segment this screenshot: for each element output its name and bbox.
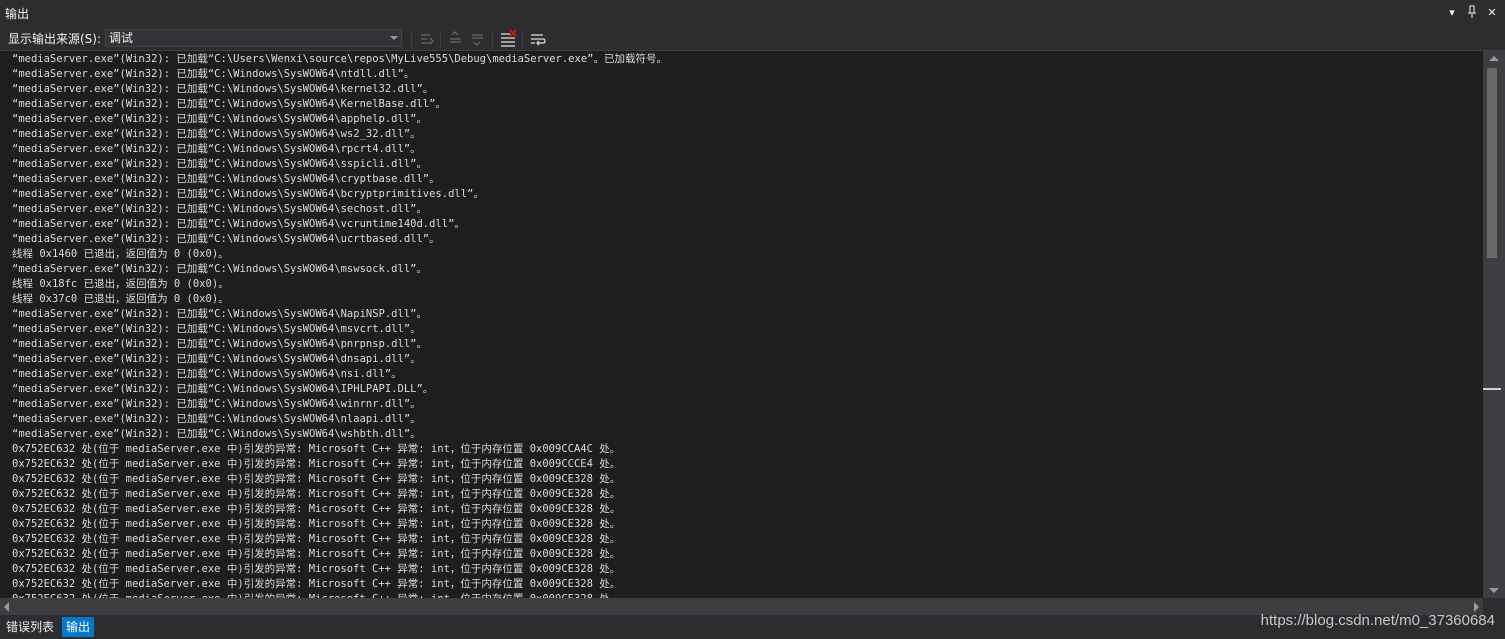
output-line: 0x752EC632 处(位于 mediaServer.exe 中)引发的异常:… — [12, 503, 621, 515]
watermark: https://blog.csdn.net/m0_37360684 — [1260, 612, 1495, 629]
output-line: 线程 0x1460 已退出，返回值为 0 (0x0)。 — [12, 248, 229, 260]
tab-error-list[interactable]: 错误列表 — [2, 617, 58, 637]
output-line: “mediaServer.exe”(Win32): 已加载“C:\Windows… — [12, 158, 427, 170]
toolbar-separator — [411, 31, 412, 47]
title-buttons: ▾ ✕ — [1445, 5, 1499, 21]
output-line: 0x752EC632 处(位于 mediaServer.exe 中)引发的异常:… — [12, 488, 621, 500]
output-line: “mediaServer.exe”(Win32): 已加载“C:\Windows… — [12, 173, 440, 185]
output-window: 输出 ▾ ✕ 显示输出来源(S): 调试 “mediaServer.exe”(W… — [0, 0, 1505, 639]
output-line: “mediaServer.exe”(Win32): 已加载“C:\Windows… — [12, 323, 421, 335]
output-line: 0x752EC632 处(位于 mediaServer.exe 中)引发的异常:… — [12, 473, 621, 485]
source-dropdown[interactable]: 调试 — [105, 29, 402, 47]
output-line: “mediaServer.exe”(Win32): 已加载“C:\Windows… — [12, 68, 415, 80]
output-line: 线程 0x37c0 已退出，返回值为 0 (0x0)。 — [12, 293, 229, 305]
output-line: “mediaServer.exe”(Win32): 已加载“C:\Windows… — [12, 188, 484, 200]
output-line: “mediaServer.exe”(Win32): 已加载“C:\Windows… — [12, 263, 427, 275]
toolbar-separator — [522, 31, 523, 47]
toolbar-separator — [492, 31, 493, 47]
output-line: “mediaServer.exe”(Win32): 已加载“C:\Windows… — [12, 143, 421, 155]
output-line: “mediaServer.exe”(Win32): 已加载“C:\Windows… — [12, 218, 465, 230]
output-line: “mediaServer.exe”(Win32): 已加载“C:\Windows… — [12, 368, 402, 380]
tab-output[interactable]: 输出 — [62, 617, 95, 637]
output-line: “mediaServer.exe”(Win32): 已加载“C:\Windows… — [12, 413, 421, 425]
scroll-up-icon[interactable] — [1489, 56, 1499, 61]
output-line: “mediaServer.exe”(Win32): 已加载“C:\Windows… — [12, 83, 434, 95]
output-pane[interactable]: “mediaServer.exe”(Win32): 已加载“C:\Users\W… — [0, 51, 1483, 598]
output-line: “mediaServer.exe”(Win32): 已加载“C:\Windows… — [12, 233, 440, 245]
output-line: “mediaServer.exe”(Win32): 已加载“C:\Windows… — [12, 338, 427, 350]
previous-message-icon[interactable] — [447, 30, 465, 48]
clear-all-icon[interactable] — [499, 29, 517, 48]
title-bar: 输出 ▾ ✕ — [0, 0, 1505, 28]
output-line: 0x752EC632 处(位于 mediaServer.exe 中)引发的异常:… — [12, 518, 621, 530]
window-title: 输出 — [5, 7, 30, 21]
output-line: “mediaServer.exe”(Win32): 已加载“C:\Windows… — [12, 308, 427, 320]
pin-icon[interactable] — [1465, 5, 1479, 21]
output-line: “mediaServer.exe”(Win32): 已加载“C:\Windows… — [12, 383, 434, 395]
scroll-down-icon[interactable] — [1489, 588, 1499, 593]
output-line: “mediaServer.exe”(Win32): 已加载“C:\Windows… — [12, 128, 421, 140]
vertical-scroll-thumb[interactable] — [1487, 68, 1497, 258]
output-line: “mediaServer.exe”(Win32): 已加载“C:\Windows… — [12, 398, 421, 410]
output-line: 0x752EC632 处(位于 mediaServer.exe 中)引发的异常:… — [12, 533, 621, 545]
output-line: “mediaServer.exe”(Win32): 已加载“C:\Windows… — [12, 203, 427, 215]
output-line: “mediaServer.exe”(Win32): 已加载“C:\Users\W… — [12, 53, 667, 65]
output-line: “mediaServer.exe”(Win32): 已加载“C:\Windows… — [12, 428, 421, 440]
scroll-position-marker — [1483, 388, 1501, 390]
output-line: “mediaServer.exe”(Win32): 已加载“C:\Windows… — [12, 353, 421, 365]
chevron-down-icon — [390, 36, 398, 40]
source-label: 显示输出来源(S): — [8, 32, 102, 46]
output-line: “mediaServer.exe”(Win32): 已加载“C:\Windows… — [12, 113, 427, 125]
scroll-left-icon[interactable] — [4, 602, 9, 612]
output-line: “mediaServer.exe”(Win32): 已加载“C:\Windows… — [12, 98, 446, 110]
word-wrap-icon[interactable] — [529, 30, 547, 48]
window-menu-icon[interactable]: ▾ — [1445, 5, 1459, 21]
output-line: 线程 0x18fc 已退出，返回值为 0 (0x0)。 — [12, 278, 229, 290]
close-icon[interactable]: ✕ — [1485, 5, 1499, 21]
find-message-icon[interactable] — [418, 30, 436, 48]
output-line: 0x752EC632 处(位于 mediaServer.exe 中)引发的异常:… — [12, 548, 621, 560]
next-message-icon[interactable] — [469, 30, 487, 48]
source-dropdown-value: 调试 — [109, 31, 134, 45]
toolbar: 显示输出来源(S): 调试 — [0, 28, 1505, 51]
output-text: “mediaServer.exe”(Win32): 已加载“C:\Users\W… — [12, 52, 667, 598]
output-line: 0x752EC632 处(位于 mediaServer.exe 中)引发的异常:… — [12, 563, 621, 575]
output-line: 0x752EC632 处(位于 mediaServer.exe 中)引发的异常:… — [12, 458, 621, 470]
toolbar-separator — [440, 31, 441, 47]
output-line: 0x752EC632 处(位于 mediaServer.exe 中)引发的异常:… — [12, 578, 621, 590]
vertical-scrollbar[interactable] — [1483, 51, 1505, 598]
output-line: 0x752EC632 处(位于 mediaServer.exe 中)引发的异常:… — [12, 443, 621, 455]
